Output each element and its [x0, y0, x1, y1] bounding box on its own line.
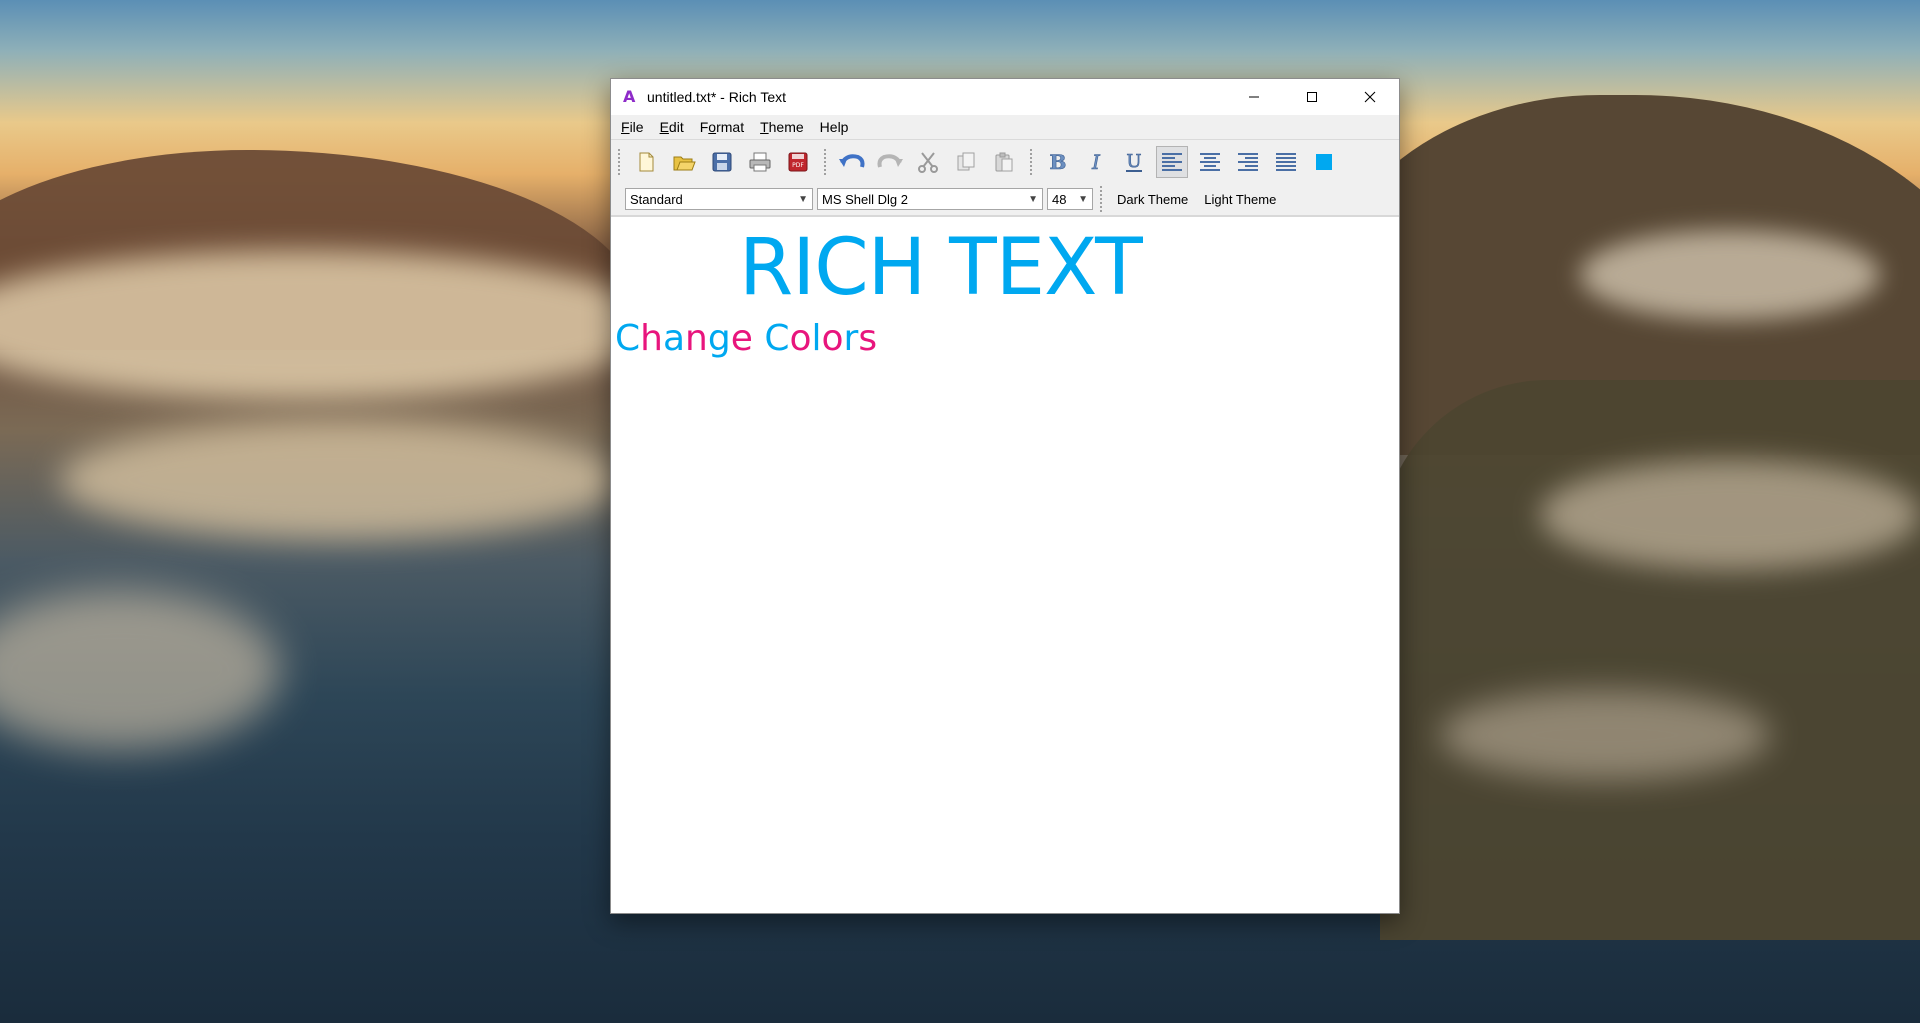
wallpaper-cloud	[1580, 230, 1880, 320]
open-button[interactable]	[668, 146, 700, 178]
colored-char: s	[858, 318, 878, 359]
close-button[interactable]	[1341, 79, 1399, 115]
menu-theme[interactable]: Theme	[750, 119, 810, 135]
font-size-value: 48	[1052, 191, 1067, 207]
colored-char: C	[615, 318, 641, 359]
menu-format[interactable]: Format	[690, 119, 750, 135]
colored-char	[753, 318, 764, 359]
minimize-icon	[1249, 96, 1259, 98]
toolbar-grip[interactable]	[1099, 185, 1103, 213]
colored-char: l	[811, 318, 822, 359]
new-file-icon	[639, 152, 654, 172]
align-right-icon	[1238, 153, 1258, 171]
underline-button[interactable]: U	[1118, 146, 1150, 178]
colored-char: o	[789, 318, 812, 359]
svg-text:I: I	[1091, 150, 1101, 174]
document-heading: RICH TEXT	[739, 223, 1143, 313]
chevron-down-icon: ▼	[1028, 193, 1038, 205]
undo-icon	[839, 154, 865, 168]
new-file-button[interactable]	[630, 146, 662, 178]
align-left-button[interactable]	[1156, 146, 1188, 178]
copy-icon	[957, 152, 975, 171]
font-size-select[interactable]: 48 ▼	[1047, 188, 1093, 210]
export-pdf-button[interactable]: PDF	[782, 146, 814, 178]
save-button[interactable]	[706, 146, 738, 178]
toolbar-grip[interactable]	[823, 148, 827, 176]
close-icon	[1364, 91, 1376, 103]
format-toolbar: Standard ▼ MS Shell Dlg 2 ▼ 48 ▼ Dark Th…	[611, 183, 1399, 217]
text-editor-area[interactable]: RICH TEXT Change Colors	[611, 217, 1399, 913]
wallpaper-cloud	[60, 420, 620, 540]
chevron-down-icon: ▼	[798, 193, 808, 205]
wallpaper-cloud	[0, 250, 660, 400]
title-bar[interactable]: A untitled.txt* - Rich Text	[611, 79, 1399, 115]
minimize-button[interactable]	[1225, 79, 1283, 115]
wallpaper-cloud	[1440, 690, 1770, 780]
svg-text:B: B	[1050, 150, 1067, 174]
justify-icon	[1276, 153, 1296, 171]
menu-help[interactable]: Help	[810, 119, 855, 135]
wallpaper-cloud	[0, 590, 280, 750]
maximize-icon	[1307, 92, 1317, 102]
align-center-icon	[1200, 153, 1220, 171]
app-logo-icon: A	[623, 87, 636, 106]
dark-theme-button[interactable]: Dark Theme	[1109, 192, 1196, 207]
redo-button[interactable]	[874, 146, 906, 178]
paragraph-style-select[interactable]: Standard ▼	[625, 188, 813, 210]
window-title: untitled.txt* - Rich Text	[647, 89, 787, 105]
colored-char: o	[821, 318, 844, 359]
menu-file[interactable]: File	[611, 119, 650, 135]
toolbar-grip[interactable]	[617, 148, 621, 176]
cut-icon	[918, 152, 938, 173]
chevron-down-icon: ▼	[1078, 193, 1088, 205]
main-toolbar: PDF B I U	[611, 139, 1399, 184]
app-window: A untitled.txt* - Rich Text File Edit Fo…	[610, 78, 1400, 914]
align-center-button[interactable]	[1194, 146, 1226, 178]
copy-button[interactable]	[950, 146, 982, 178]
italic-icon: I	[1091, 150, 1102, 174]
cut-button[interactable]	[912, 146, 944, 178]
print-button[interactable]	[744, 146, 776, 178]
paste-button[interactable]	[988, 146, 1020, 178]
underline-icon: U	[1126, 151, 1142, 172]
align-left-icon	[1162, 153, 1182, 171]
colored-char: a	[662, 318, 686, 359]
document-colored-line: Change Colors	[615, 321, 877, 357]
bold-icon: B	[1049, 150, 1067, 174]
justify-button[interactable]	[1270, 146, 1302, 178]
light-theme-button[interactable]: Light Theme	[1196, 192, 1284, 207]
paste-icon	[995, 152, 1013, 172]
italic-button[interactable]: I	[1080, 146, 1112, 178]
align-right-button[interactable]	[1232, 146, 1264, 178]
open-folder-icon	[673, 156, 696, 171]
toolbar-grip[interactable]	[1029, 148, 1033, 176]
menu-edit[interactable]: Edit	[650, 119, 690, 135]
menu-bar: File Edit Format Theme Help	[611, 115, 1399, 139]
wallpaper-cloud	[1540, 460, 1920, 570]
colored-char: g	[707, 318, 731, 359]
save-icon	[712, 152, 732, 172]
font-family-select[interactable]: MS Shell Dlg 2 ▼	[817, 188, 1043, 210]
svg-text:PDF: PDF	[792, 162, 804, 169]
text-color-icon	[1316, 154, 1332, 170]
export-pdf-icon: PDF	[788, 152, 808, 172]
font-family-value: MS Shell Dlg 2	[822, 191, 908, 207]
paragraph-style-value: Standard	[630, 191, 683, 207]
redo-icon	[877, 154, 903, 168]
colored-char: h	[640, 318, 663, 359]
maximize-button[interactable]	[1283, 79, 1341, 115]
colored-char: r	[843, 318, 859, 359]
text-color-button[interactable]	[1308, 146, 1340, 178]
bold-button[interactable]: B	[1042, 146, 1074, 178]
undo-button[interactable]	[836, 146, 868, 178]
print-icon	[749, 152, 771, 172]
colored-char: C	[764, 318, 790, 359]
svg-text:U: U	[1126, 151, 1141, 172]
colored-char: n	[685, 318, 708, 359]
colored-char: e	[730, 318, 753, 359]
